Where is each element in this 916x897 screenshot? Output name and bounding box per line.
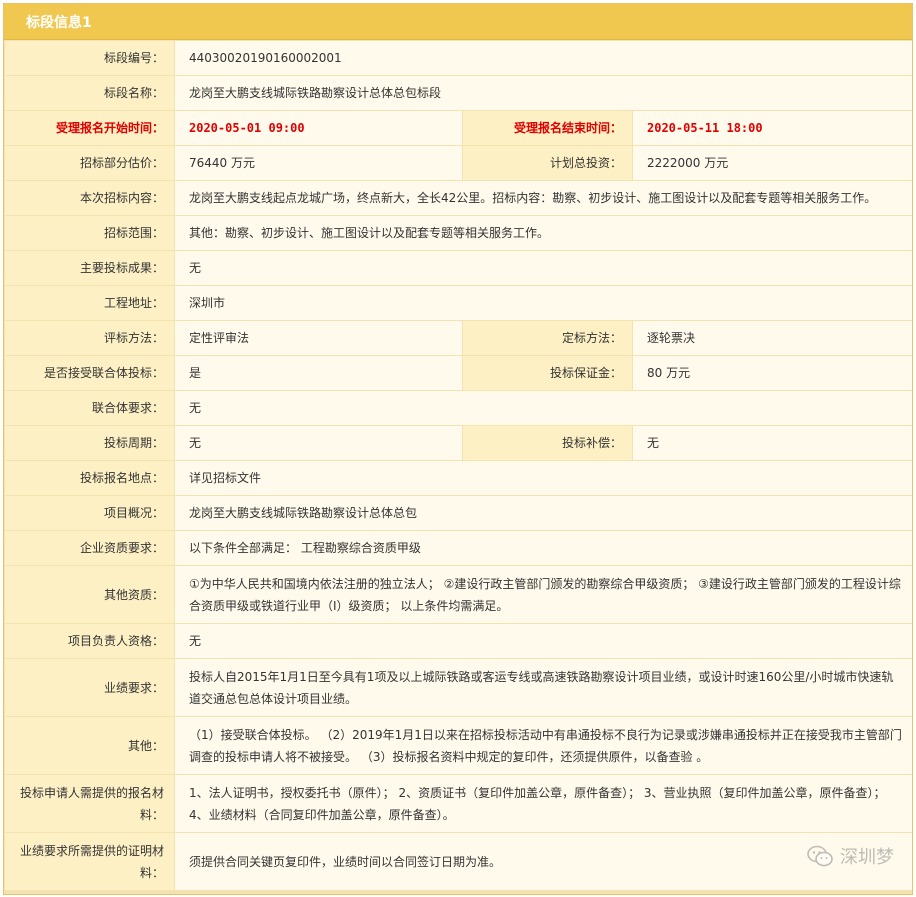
watermark-text: 深圳梦 bbox=[840, 847, 894, 868]
field-value: 44030020190160002001 bbox=[175, 41, 913, 75]
field-value: ①为中华人民共和国境内依法注册的独立法人； ②建设行政主管部门颁发的勘察综合甲级… bbox=[175, 566, 913, 623]
field-label: 投标补偿： bbox=[463, 426, 632, 460]
field-value: 是 bbox=[175, 356, 462, 390]
field-label: 是否接受联合体投标： bbox=[5, 356, 174, 390]
field-label: 投标报名地点： bbox=[5, 461, 174, 495]
table-row: 其他资质： ①为中华人民共和国境内依法注册的独立法人； ②建设行政主管部门颁发的… bbox=[5, 566, 913, 623]
field-value: 龙岗至大鹏支线起点龙城广场，终点新大，全长42公里。招标内容：勘察、初步设计、施… bbox=[175, 181, 913, 215]
field-value: 深圳市 bbox=[175, 286, 913, 320]
field-value: 须提供合同关键页复印件，业绩时间以合同签订日期为准。 bbox=[175, 833, 913, 890]
table-row: 本次招标内容： 龙岗至大鹏支线起点龙城广场，终点新大，全长42公里。招标内容：勘… bbox=[5, 181, 913, 215]
registration-end-value: 2020-05-11 18:00 bbox=[633, 111, 913, 145]
field-label: 标段编号： bbox=[5, 41, 174, 75]
section-title: 标段信息1 bbox=[26, 14, 92, 31]
watermark: 深圳梦 bbox=[806, 843, 894, 869]
table-row: 招标部分估价： 76440 万元 计划总投资： 2222000 万元 bbox=[5, 146, 913, 180]
field-value: 无 bbox=[175, 624, 913, 658]
table-row: 企业资质要求： 以下条件全部满足： 工程勘察综合资质甲级 bbox=[5, 531, 913, 565]
table-row: 投标报名地点： 详见招标文件 bbox=[5, 461, 913, 495]
field-label: 投标保证金： bbox=[463, 356, 632, 390]
field-label: 招标部分估价： bbox=[5, 146, 174, 180]
field-value: 无 bbox=[175, 426, 462, 460]
registration-start-value: 2020-05-01 09:00 bbox=[175, 111, 462, 145]
table-row: 评标方法： 定性评审法 定标方法： 逐轮票决 bbox=[5, 321, 913, 355]
table-row: 其他： （1）接受联合体投标。 （2）2019年1月1日以来在招标投标活动中有串… bbox=[5, 717, 913, 774]
field-label: 工程地址： bbox=[5, 286, 174, 320]
field-label: 业绩要求： bbox=[5, 659, 174, 716]
section-header: 标段信息1 bbox=[4, 4, 912, 40]
field-value: 其他：勘察、初步设计、施工图设计以及配套专题等相关服务工作。 bbox=[175, 216, 913, 250]
table-row: 受理报名开始时间： 2020-05-01 09:00 受理报名结束时间： 202… bbox=[5, 111, 913, 145]
field-label: 项目概况： bbox=[5, 496, 174, 530]
registration-end-label: 受理报名结束时间： bbox=[463, 111, 632, 145]
table-row: 投标申请人需提供的报名材料： 1、法人证明书，授权委托书（原件）； 2、资质证书… bbox=[5, 775, 913, 832]
field-label: 评标方法： bbox=[5, 321, 174, 355]
table-row: 业绩要求所需提供的证明材料： 须提供合同关键页复印件，业绩时间以合同签订日期为准… bbox=[5, 833, 913, 890]
table-row: 投标周期： 无 投标补偿： 无 bbox=[5, 426, 913, 460]
table-row: 业绩要求： 投标人自2015年1月1日至今具有1项及以上城际铁路或客运专线或高速… bbox=[5, 659, 913, 716]
field-label: 标段名称： bbox=[5, 76, 174, 110]
field-label: 业绩要求所需提供的证明材料： bbox=[5, 833, 174, 890]
table-row: 招标范围： 其他：勘察、初步设计、施工图设计以及配套专题等相关服务工作。 bbox=[5, 216, 913, 250]
field-label: 招标范围： bbox=[5, 216, 174, 250]
field-value: 龙岗至大鹏支线城际铁路勘察设计总体总包标段 bbox=[175, 76, 913, 110]
wechat-icon bbox=[807, 845, 833, 867]
table-row: 项目负责人资格： 无 bbox=[5, 624, 913, 658]
registration-start-label: 受理报名开始时间： bbox=[5, 111, 174, 145]
field-label: 本次招标内容： bbox=[5, 181, 174, 215]
field-value: 以下条件全部满足： 工程勘察综合资质甲级 bbox=[175, 531, 913, 565]
table-row: 项目概况： 龙岗至大鹏支线城际铁路勘察设计总体总包 bbox=[5, 496, 913, 530]
table-row: 是否接受联合体投标： 是 投标保证金： 80 万元 bbox=[5, 356, 913, 390]
field-value: 无 bbox=[175, 391, 913, 425]
field-label: 投标申请人需提供的报名材料： bbox=[5, 775, 174, 832]
field-value: （1）接受联合体投标。 （2）2019年1月1日以来在招标投标活动中有串通投标不… bbox=[175, 717, 913, 774]
field-value: 无 bbox=[633, 426, 913, 460]
field-value: 无 bbox=[175, 251, 913, 285]
field-value: 80 万元 bbox=[633, 356, 913, 390]
table-row: 标段名称： 龙岗至大鹏支线城际铁路勘察设计总体总包标段 bbox=[5, 76, 913, 110]
field-value: 投标人自2015年1月1日至今具有1项及以上城际铁路或客运专线或高速铁路勘察设计… bbox=[175, 659, 913, 716]
field-value: 详见招标文件 bbox=[175, 461, 913, 495]
table-row: 联合体要求： 无 bbox=[5, 391, 913, 425]
table-row: 主要投标成果： 无 bbox=[5, 251, 913, 285]
field-label: 其他： bbox=[5, 717, 174, 774]
table-row: 标段编号： 44030020190160002001 bbox=[5, 41, 913, 75]
field-label: 投标周期： bbox=[5, 426, 174, 460]
field-label: 计划总投资： bbox=[463, 146, 632, 180]
field-label: 主要投标成果： bbox=[5, 251, 174, 285]
field-value: 76440 万元 bbox=[175, 146, 462, 180]
field-value: 龙岗至大鹏支线城际铁路勘察设计总体总包 bbox=[175, 496, 913, 530]
field-label: 联合体要求： bbox=[5, 391, 174, 425]
field-value: 定性评审法 bbox=[175, 321, 462, 355]
table-row: 工程地址： 深圳市 bbox=[5, 286, 913, 320]
field-label: 项目负责人资格： bbox=[5, 624, 174, 658]
field-label: 定标方法： bbox=[463, 321, 632, 355]
field-label: 其他资质： bbox=[5, 566, 174, 623]
tender-info-table: 标段编号： 44030020190160002001 标段名称： 龙岗至大鹏支线… bbox=[4, 40, 913, 891]
field-value: 2222000 万元 bbox=[633, 146, 913, 180]
field-value: 1、法人证明书，授权委托书（原件）； 2、资质证书（复印件加盖公章，原件备查）；… bbox=[175, 775, 913, 832]
tender-section-panel: 标段信息1 标段编号： 44030020190160002001 标段名称： 龙… bbox=[3, 3, 913, 895]
field-value: 逐轮票决 bbox=[633, 321, 913, 355]
field-label: 企业资质要求： bbox=[5, 531, 174, 565]
